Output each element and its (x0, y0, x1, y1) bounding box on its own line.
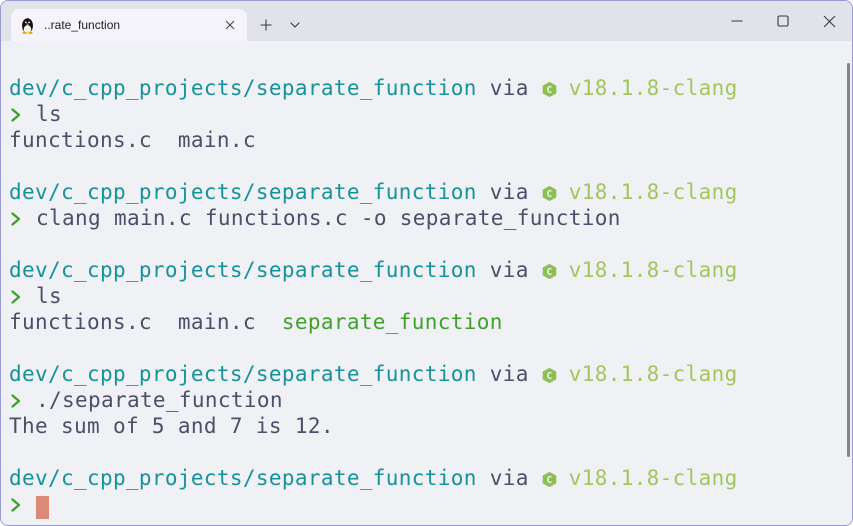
terminal-text: via (476, 258, 542, 282)
linux-tux-icon (20, 17, 35, 34)
minimize-icon (731, 20, 743, 22)
terminal-line: dev/c_cpp_projects/separate_function via… (9, 257, 844, 283)
terminal-text: dev/c_cpp_projects/separate_function (9, 180, 477, 204)
terminal-line: functions.c main.c separate_function (9, 309, 844, 335)
prompt-chevron-icon (9, 205, 23, 231)
terminal-line: functions.c main.c (9, 127, 844, 153)
terminal-text: functions.c main.c (9, 310, 282, 334)
close-icon (823, 15, 835, 27)
tab-close-button[interactable] (219, 14, 241, 36)
svg-text:C: C (546, 85, 552, 96)
svg-text:C: C (546, 189, 552, 200)
terminal-text: clang main.c functions.c -o separate_fun… (23, 206, 621, 230)
svg-text:C: C (546, 475, 552, 486)
c-lang-icon: C (542, 257, 557, 283)
c-lang-icon: C (542, 75, 557, 101)
maximize-button[interactable] (760, 1, 806, 41)
chevron-down-icon (290, 22, 300, 28)
terminal-text: dev/c_cpp_projects/separate_function (9, 362, 477, 386)
terminal-text: ./separate_function (23, 388, 283, 412)
svg-text:C: C (546, 371, 552, 382)
terminal-text: functions.c main.c (9, 128, 256, 152)
terminal-text: The sum of 5 and 7 is 12. (9, 414, 334, 438)
terminal-text: v18.1.8-clang (555, 76, 738, 100)
prompt-chevron-icon (9, 491, 23, 517)
terminal-content[interactable]: dev/c_cpp_projects/separate_function via… (1, 41, 852, 525)
terminal-text: via (476, 466, 542, 490)
cursor-block (36, 496, 49, 519)
terminal-text: dev/c_cpp_projects/separate_function (9, 76, 477, 100)
maximize-icon (777, 15, 789, 27)
svg-text:C: C (546, 267, 552, 278)
terminal-line: dev/c_cpp_projects/separate_function via… (9, 361, 844, 387)
terminal-line: clang main.c functions.c -o separate_fun… (9, 205, 844, 231)
prompt-chevron-icon (9, 101, 23, 127)
terminal-line: ls (9, 101, 844, 127)
terminal-text: ls (23, 284, 62, 308)
prompt-chevron-icon (9, 283, 23, 309)
terminal-line: The sum of 5 and 7 is 12. (9, 413, 844, 439)
tab-separate-function[interactable]: ..rate_function (11, 9, 247, 41)
scrollbar-thumb[interactable] (847, 63, 850, 457)
terminal-line: ./separate_function (9, 387, 844, 413)
titlebar[interactable]: ..rate_function (1, 1, 852, 41)
terminal-line (9, 491, 844, 519)
terminal-text: v18.1.8-clang (555, 258, 738, 282)
terminal-line: dev/c_cpp_projects/separate_function via… (9, 179, 844, 205)
new-tab-plus-icon (260, 19, 272, 31)
c-lang-icon: C (542, 465, 557, 491)
window-controls (714, 1, 852, 41)
terminal-text: dev/c_cpp_projects/separate_function (9, 258, 477, 282)
new-tab-button[interactable] (251, 11, 281, 39)
prompt-chevron-icon (9, 387, 23, 413)
terminal-line: dev/c_cpp_projects/separate_function via… (9, 465, 844, 491)
terminal-text: v18.1.8-clang (555, 362, 738, 386)
close-button[interactable] (806, 1, 852, 41)
minimize-button[interactable] (714, 1, 760, 41)
c-lang-icon: C (542, 361, 557, 387)
terminal-text: dev/c_cpp_projects/separate_function (9, 466, 477, 490)
terminal-window: ..rate_function dev/c_cpp_projects/separ… (0, 0, 853, 526)
c-lang-icon: C (542, 179, 557, 205)
tab-title: ..rate_function (44, 18, 121, 32)
tab-dropdown-button[interactable] (282, 11, 308, 39)
terminal-text: ls (23, 102, 62, 126)
terminal-text: separate_function (281, 310, 503, 334)
terminal-text: via (476, 362, 542, 386)
terminal-text: v18.1.8-clang (555, 466, 738, 490)
terminal-line: ls (9, 283, 844, 309)
terminal-line: dev/c_cpp_projects/separate_function via… (9, 75, 844, 101)
terminal-text: via (476, 76, 542, 100)
tab-close-icon (225, 20, 235, 30)
terminal-text: v18.1.8-clang (555, 180, 738, 204)
terminal-text: via (476, 180, 542, 204)
